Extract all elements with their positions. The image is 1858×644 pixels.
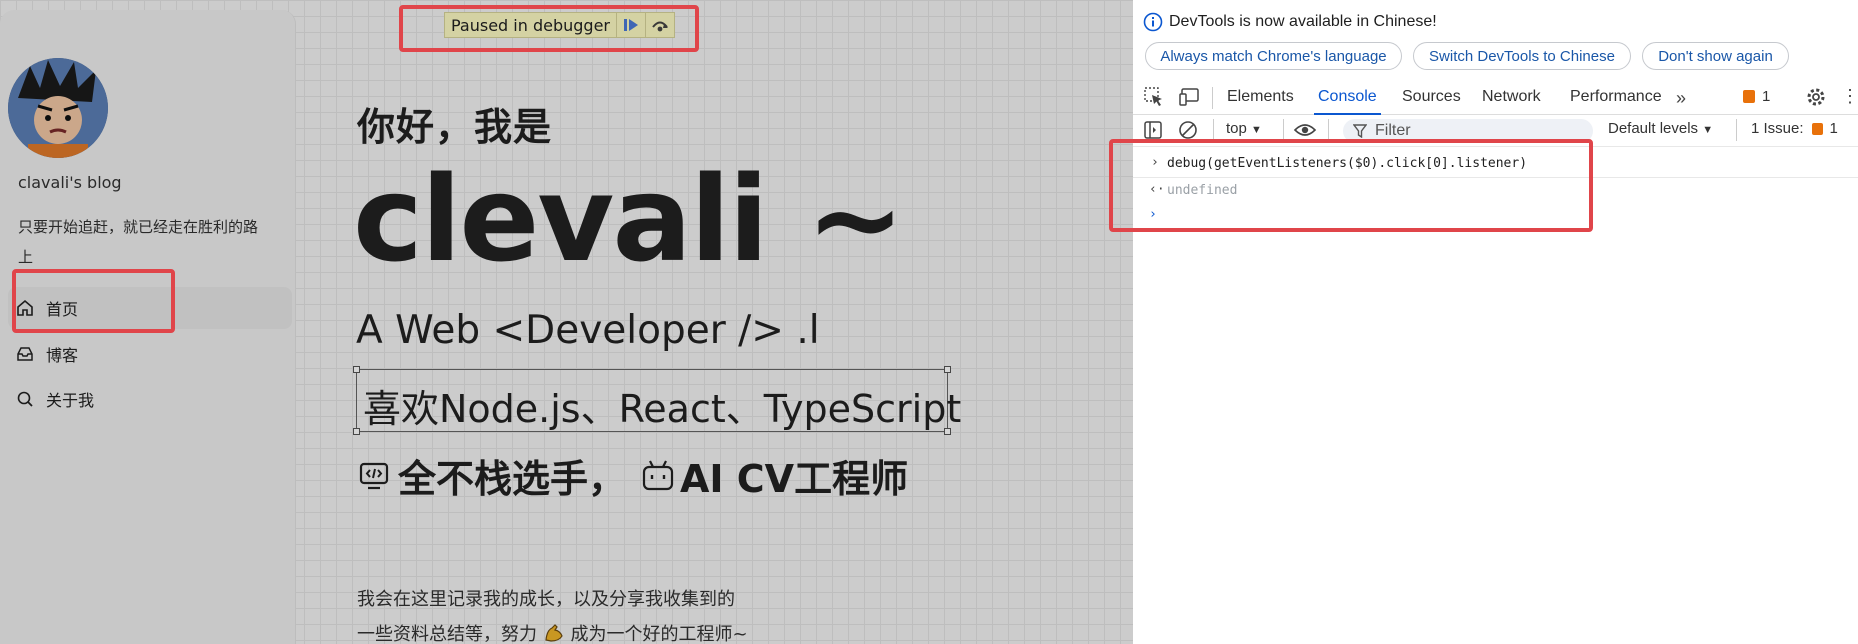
context-value: top xyxy=(1226,120,1247,137)
intro-line: 我会在这里记录我的成长，以及分享我收集到的 xyxy=(357,589,735,610)
tab-sources[interactable]: Sources xyxy=(1402,88,1461,106)
more-options-icon[interactable]: ⋮ xyxy=(1841,87,1858,105)
filter-icon xyxy=(1353,124,1367,138)
filter-placeholder: Filter xyxy=(1375,122,1411,139)
info-text: DevTools is now available in Chinese! xyxy=(1169,13,1437,30)
levels-value: Default levels xyxy=(1608,120,1699,137)
muscle-icon xyxy=(543,621,565,643)
divider xyxy=(1212,87,1213,109)
console-separator xyxy=(1133,146,1858,147)
output-arrow-icon: ‹· xyxy=(1149,182,1165,197)
intro-text: 成为一个好的工程师~ xyxy=(570,624,748,644)
hero-name: clevali ~ xyxy=(353,150,905,288)
nav-item-home[interactable]: 首页 xyxy=(8,287,292,329)
issue-count: 1 xyxy=(1829,120,1838,137)
tab-elements[interactable]: Elements xyxy=(1227,88,1294,106)
console-toolbar: top ▼ Filter Default levels ▼ 1 Issue: 1 xyxy=(1133,117,1858,143)
tab-network[interactable]: Network xyxy=(1482,88,1541,106)
dropdown-arrow-icon: ▼ xyxy=(1702,124,1714,136)
nav-label: 首页 xyxy=(46,300,79,319)
nav-item-about[interactable]: 关于我 xyxy=(8,378,292,420)
step-over-button[interactable] xyxy=(645,13,674,37)
resize-handle xyxy=(353,428,360,435)
dropdown-arrow-icon: ▼ xyxy=(1251,124,1262,136)
issues-badge[interactable]: 1 xyxy=(1743,88,1770,105)
resume-icon xyxy=(624,19,638,31)
home-icon xyxy=(16,299,34,317)
console-command: debug(getEventListeners($0).click[0].lis… xyxy=(1167,156,1528,171)
nav-item-blog[interactable]: 博客 xyxy=(8,333,292,375)
more-tabs-icon[interactable]: » xyxy=(1676,88,1686,109)
console-prompt-row[interactable]: › xyxy=(1133,207,1858,227)
search-icon xyxy=(16,390,34,408)
switch-to-chinese-button[interactable]: Switch DevTools to Chinese xyxy=(1413,42,1631,70)
input-prompt-icon: › xyxy=(1151,155,1159,170)
resize-handle xyxy=(944,428,951,435)
sidebar: clavali's blog 只要开始追赶，就已经走在胜利的路上 首页 博客 关… xyxy=(0,10,296,644)
issue-flag-icon xyxy=(1743,90,1755,103)
log-levels-dropdown[interactable]: Default levels ▼ xyxy=(1608,120,1713,137)
code-monitor-icon xyxy=(358,460,390,492)
intro-text: 一些资料总结等，努力 xyxy=(357,624,537,644)
sidebar-toggle-icon[interactable] xyxy=(1143,120,1163,145)
divider xyxy=(1213,119,1214,141)
stack-role: AI CV工程师 xyxy=(680,457,909,501)
intro-line: 一些资料总结等，努力 成为一个好的工程师~ xyxy=(357,617,748,644)
greeting: 你好，我是 xyxy=(357,105,553,149)
resize-handle xyxy=(353,366,360,373)
tab-performance[interactable]: Performance xyxy=(1570,88,1662,106)
context-selector[interactable]: top ▼ xyxy=(1226,120,1262,137)
console-result: undefined xyxy=(1167,183,1238,198)
robot-icon xyxy=(640,459,676,493)
live-expression-eye-icon[interactable] xyxy=(1293,120,1317,145)
blog-motto: 只要开始追赶，就已经走在胜利的路上 xyxy=(18,218,259,266)
hero-likes: 喜欢Node.js、React、TypeScript xyxy=(363,387,962,431)
console-separator xyxy=(1133,177,1858,178)
console-input-row: › debug(getEventListeners($0).click[0].l… xyxy=(1133,155,1858,175)
issue-flag-icon xyxy=(1811,122,1823,135)
resize-handle xyxy=(944,366,951,373)
always-match-language-button[interactable]: Always match Chrome's language xyxy=(1145,42,1402,70)
divider xyxy=(1328,119,1329,141)
clear-console-icon[interactable] xyxy=(1178,120,1198,145)
console-output-row: ‹· undefined xyxy=(1133,182,1858,202)
divider xyxy=(1283,119,1284,141)
issues-label: 1 Issue: xyxy=(1751,120,1804,137)
info-message: DevTools is now available in Chinese! xyxy=(1143,12,1437,32)
paused-label: Paused in debugger xyxy=(451,15,610,35)
intro-paragraph: 我会在这里记录我的成长，以及分享我收集到的 一些资料总结等，努力 成为一个好的工… xyxy=(357,582,748,644)
inbox-icon xyxy=(16,345,34,363)
blog-name: clavali's blog xyxy=(18,173,122,192)
avatar xyxy=(8,58,108,158)
filter-input[interactable]: Filter xyxy=(1343,119,1593,143)
nav-label: 关于我 xyxy=(46,391,95,410)
divider xyxy=(1736,119,1737,141)
device-toolbar-icon[interactable] xyxy=(1178,86,1200,113)
stack-text: 全不栈选手， xyxy=(398,457,627,501)
devtools-panel: DevTools is now available in Chinese! Al… xyxy=(1109,0,1858,644)
inspect-element-icon[interactable] xyxy=(1143,86,1165,113)
settings-icon[interactable] xyxy=(1805,86,1827,113)
selected-element-box: 喜欢Node.js、React、TypeScript xyxy=(353,366,961,435)
tab-console[interactable]: Console xyxy=(1314,88,1381,115)
nav-label: 博客 xyxy=(46,346,79,365)
dont-show-again-button[interactable]: Don't show again xyxy=(1642,42,1789,70)
paused-in-debugger-banner: Paused in debugger xyxy=(444,12,675,38)
issues-counter[interactable]: 1 Issue: 1 xyxy=(1751,120,1838,137)
devtools-tab-bar: Elements Console Sources Network Perform… xyxy=(1133,82,1858,115)
prompt-caret-icon: › xyxy=(1149,207,1157,222)
hero-subtitle: A Web <Developer /> .l xyxy=(356,308,820,353)
blog-page: clavali's blog 只要开始追赶，就已经走在胜利的路上 首页 博客 关… xyxy=(0,0,1133,644)
hero-stack: 全不栈选手， AI CV工程师 xyxy=(358,448,908,503)
language-infobar: DevTools is now available in Chinese! Al… xyxy=(1133,0,1858,76)
issue-count: 1 xyxy=(1762,88,1771,105)
resume-button[interactable] xyxy=(616,13,645,37)
step-over-icon xyxy=(652,21,668,32)
info-icon xyxy=(1143,12,1163,32)
